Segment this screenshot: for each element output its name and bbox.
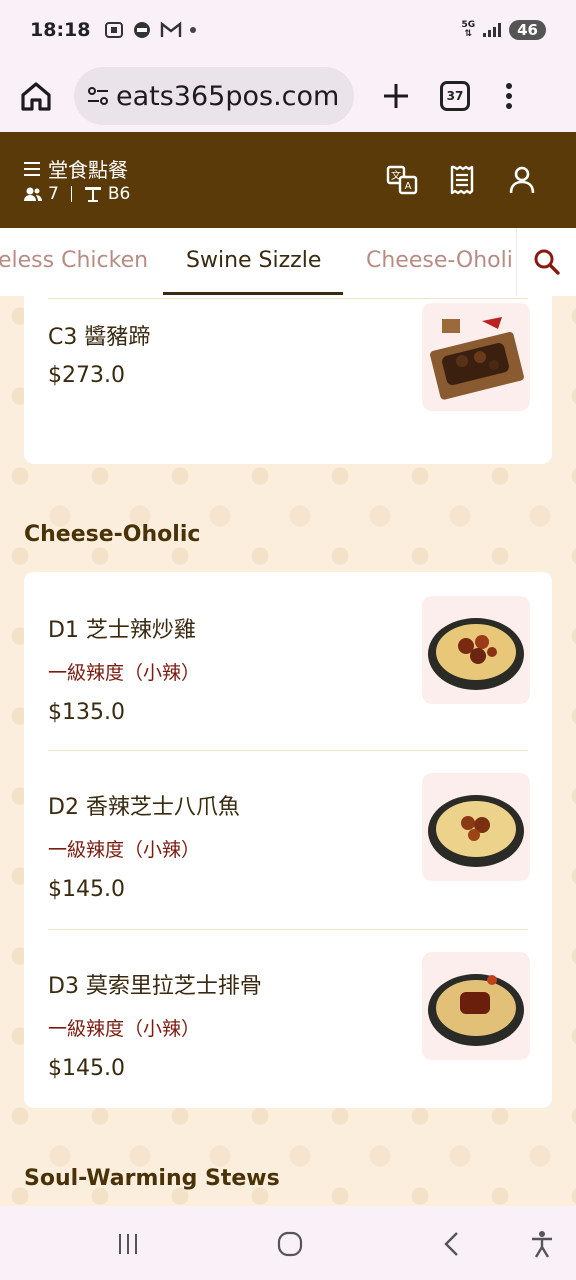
order-mode-menu[interactable]: 堂食點餐 bbox=[24, 154, 128, 183]
plus-icon bbox=[384, 84, 408, 108]
item-name: D2 香辣芝士八爪魚 bbox=[48, 795, 240, 820]
category-tabs: eless Chicken Swine Sizzle Cheese-Oholi bbox=[0, 228, 576, 296]
tab-cheese-oholic[interactable]: Cheese-Oholi bbox=[366, 228, 513, 296]
accessibility-button[interactable] bbox=[522, 1226, 562, 1262]
user-account-icon[interactable] bbox=[506, 164, 538, 196]
item-name: D1 芝士辣炒雞 bbox=[48, 618, 196, 643]
tab-switcher-button[interactable]: 37 bbox=[440, 81, 470, 111]
back-chevron-icon bbox=[444, 1232, 458, 1256]
item-name: C3 醬豬蹄 bbox=[48, 325, 151, 350]
item-photo bbox=[422, 773, 530, 881]
translate-icon[interactable]: 文A bbox=[386, 164, 418, 196]
section-title-cheese-oholic: Cheese-Oholic bbox=[24, 522, 201, 547]
search-button[interactable] bbox=[516, 228, 576, 296]
item-price: $135.0 bbox=[48, 700, 125, 725]
system-navigation-bar bbox=[0, 1206, 576, 1280]
site-settings-icon[interactable] bbox=[86, 84, 110, 108]
browser-menu-button[interactable] bbox=[504, 83, 514, 109]
item-photo bbox=[422, 303, 530, 411]
back-button[interactable] bbox=[432, 1226, 472, 1262]
status-right: 5G ⇅ 46 bbox=[461, 20, 546, 40]
browser-toolbar: eats365pos.com 37 bbox=[0, 60, 576, 132]
screenshot-notification-icon bbox=[105, 22, 124, 38]
status-time: 18:18 bbox=[30, 19, 91, 41]
menu-card-cheese-oholic: D1 芝士辣炒雞 一級辣度（小辣） $135.0 D2 香辣芝士八爪魚 一級辣度… bbox=[24, 572, 552, 1108]
notification-icons bbox=[104, 21, 197, 39]
menu-item-d2[interactable]: D2 香辣芝士八爪魚 一級辣度（小辣） $145.0 bbox=[24, 751, 552, 929]
hamburger-menu-icon bbox=[24, 161, 40, 176]
table-info: 7 B6 bbox=[24, 184, 130, 204]
home-circle-icon bbox=[277, 1231, 303, 1257]
guests-icon bbox=[24, 187, 42, 201]
item-spice-level: 一級辣度（小辣） bbox=[48, 662, 201, 684]
svg-text:A: A bbox=[405, 181, 412, 192]
item-spice-level: 一級辣度（小辣） bbox=[48, 839, 201, 861]
menu-card-swine-sizzle: C3 醬豬蹄 $273.0 bbox=[24, 296, 552, 464]
table-icon bbox=[84, 187, 101, 202]
guest-count: 7 bbox=[48, 184, 59, 204]
tv-notification-icon bbox=[134, 22, 151, 38]
item-price: $273.0 bbox=[48, 363, 125, 388]
network-type: 5G ⇅ bbox=[461, 20, 476, 39]
item-photo bbox=[422, 596, 530, 704]
item-name: D3 莫索里拉芝士排骨 bbox=[48, 974, 262, 999]
section-title-soul-warming-stews: Soul-Warming Stews bbox=[24, 1166, 280, 1191]
table-number: B6 bbox=[107, 184, 131, 204]
order-mode-label: 堂食點餐 bbox=[48, 158, 128, 182]
recent-apps-icon bbox=[119, 1234, 137, 1254]
gmail-icon bbox=[161, 21, 182, 37]
active-tab-indicator bbox=[163, 292, 343, 295]
divider bbox=[70, 186, 72, 202]
item-price: $145.0 bbox=[48, 877, 125, 902]
new-tab-button[interactable] bbox=[376, 76, 416, 116]
menu-item-d3[interactable]: D3 莫索里拉芝士排骨 一級辣度（小辣） $145.0 bbox=[24, 930, 552, 1108]
item-spice-level: 一級辣度（小辣） bbox=[48, 1018, 201, 1040]
status-bar: 18:18 5G ⇅ 46 bbox=[0, 0, 576, 60]
item-price: $145.0 bbox=[48, 1056, 125, 1081]
search-icon bbox=[534, 249, 560, 275]
tab-boneless-chicken[interactable]: eless Chicken bbox=[0, 228, 148, 296]
home-button[interactable] bbox=[12, 72, 60, 120]
receipt-icon[interactable] bbox=[446, 164, 478, 196]
home-nav-button[interactable] bbox=[270, 1226, 310, 1262]
recent-apps-button[interactable] bbox=[108, 1226, 148, 1262]
more-notifications-dot-icon bbox=[190, 27, 197, 33]
url-text: eats365pos.com bbox=[116, 80, 340, 112]
signal-icon bbox=[483, 23, 502, 37]
menu-scroll-area[interactable]: C3 醬豬蹄 $273.0 Cheese-Oholic D1 芝士辣炒雞 一級辣… bbox=[0, 296, 576, 1206]
home-icon bbox=[21, 82, 51, 111]
app-header: 堂食點餐 7 B6 文A bbox=[0, 132, 576, 228]
address-bar[interactable]: eats365pos.com bbox=[74, 67, 354, 125]
tab-swine-sizzle[interactable]: Swine Sizzle bbox=[186, 228, 321, 296]
item-photo bbox=[422, 952, 530, 1060]
accessibility-icon bbox=[532, 1231, 552, 1258]
battery-level: 46 bbox=[509, 20, 546, 40]
menu-item-c3[interactable]: C3 醬豬蹄 $273.0 bbox=[24, 299, 552, 464]
menu-item-d1[interactable]: D1 芝士辣炒雞 一級辣度（小辣） $135.0 bbox=[24, 572, 552, 750]
